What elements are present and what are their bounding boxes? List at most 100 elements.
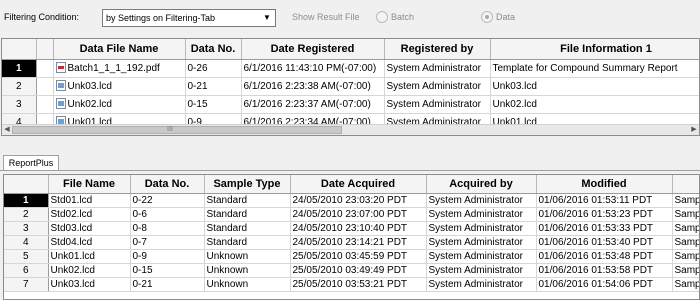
sample-type-cell[interactable]: Standard <box>204 235 291 250</box>
sample-type-cell[interactable]: Unknown <box>204 249 291 264</box>
date-acquired-cell[interactable]: 24/05/2010 23:10:40 PDT <box>290 221 427 236</box>
column-header[interactable] <box>672 175 699 194</box>
table-row[interactable]: 2 Std02.lcd 0-6 Standard 24/05/2010 23:07:00… <box>4 207 699 222</box>
table-row[interactable]: 3 Unk02.lcd 0-15 6/1/2016 2:23:37 AM(-07:00… <box>2 95 699 114</box>
dropdown-arrow-icon[interactable]: ▼ <box>261 11 273 25</box>
data-file-name-cell[interactable]: Unk03.lcd <box>53 77 186 96</box>
table-row[interactable]: 3 Std03.lcd 0-8 Standard 24/05/2010 23:10:40… <box>4 221 699 236</box>
acquired-by-cell[interactable]: System Administrator <box>426 263 537 278</box>
row-number[interactable]: 5 <box>4 249 49 264</box>
truncated-cell[interactable]: Samp <box>672 193 699 208</box>
data-no-cell[interactable]: 0-22 <box>130 193 205 208</box>
truncated-cell[interactable]: Samp <box>672 249 699 264</box>
registered-by-cell[interactable]: System Administrator <box>384 77 491 96</box>
date-acquired-cell[interactable]: 25/05/2010 03:53:21 PDT <box>290 277 427 292</box>
sample-type-cell[interactable]: Unknown <box>204 277 291 292</box>
acquired-by-cell[interactable]: System Administrator <box>426 207 537 222</box>
panel-splitter[interactable] <box>0 137 700 147</box>
sample-type-cell[interactable]: Unknown <box>204 263 291 278</box>
row-number[interactable]: 3 <box>2 95 37 114</box>
row-number[interactable]: 2 <box>4 207 49 222</box>
date-registered-cell[interactable]: 6/1/2016 11:43:10 PM(-07:00) <box>241 59 385 78</box>
modified-cell[interactable]: 01/06/2016 01:53:33 PDT <box>536 221 673 236</box>
date-acquired-cell[interactable]: 25/05/2010 03:49:49 PDT <box>290 263 427 278</box>
data-no-cell[interactable]: 0-6 <box>130 207 205 222</box>
date-acquired-cell[interactable]: 24/05/2010 23:03:20 PDT <box>290 193 427 208</box>
modified-cell[interactable]: 01/06/2016 01:53:58 PDT <box>536 263 673 278</box>
scroll-left-icon[interactable]: ◀ <box>2 125 12 135</box>
row-number[interactable]: 6 <box>4 263 49 278</box>
data-no-cell[interactable]: 0-15 <box>130 263 205 278</box>
acquired-by-cell[interactable]: System Administrator <box>426 235 537 250</box>
acquired-by-cell[interactable]: System Administrator <box>426 221 537 236</box>
data-no-cell[interactable]: 0-21 <box>185 77 242 96</box>
file-name-cell[interactable]: Std01.lcd <box>48 193 131 208</box>
file-information-cell[interactable]: Unk02.lcd <box>490 95 699 114</box>
registered-by-cell[interactable]: System Administrator <box>384 59 491 78</box>
file-name-cell[interactable]: Unk03.lcd <box>48 277 131 292</box>
filtering-condition-dropdown[interactable]: by Settings on Filtering-Tab ▼ <box>102 9 276 27</box>
column-header[interactable]: Date Acquired <box>290 175 427 194</box>
acquired-by-cell[interactable]: System Administrator <box>426 249 537 264</box>
registered-by-cell[interactable]: System Administrator <box>384 95 491 114</box>
date-acquired-cell[interactable]: 24/05/2010 23:07:00 PDT <box>290 207 427 222</box>
modified-cell[interactable]: 01/06/2016 01:53:48 PDT <box>536 249 673 264</box>
tab-reportplus[interactable]: ReportPlus <box>3 155 59 171</box>
modified-cell[interactable]: 01/06/2016 01:53:23 PDT <box>536 207 673 222</box>
row-number[interactable]: 1 <box>2 59 37 78</box>
data-radio[interactable] <box>481 11 493 23</box>
truncated-cell[interactable]: Samp <box>672 207 699 222</box>
column-header[interactable]: Sample Type <box>204 175 291 194</box>
table-row[interactable]: 2 Unk03.lcd 0-21 6/1/2016 2:23:38 AM(-07:00… <box>2 77 699 96</box>
data-no-cell[interactable]: 0-21 <box>130 277 205 292</box>
column-header[interactable]: Registered by <box>384 39 491 60</box>
column-header[interactable]: Data No. <box>185 39 242 60</box>
data-file-name-cell[interactable]: Unk02.lcd <box>53 95 186 114</box>
scroll-right-icon[interactable]: ▶ <box>689 125 699 135</box>
modified-cell[interactable]: 01/06/2016 01:53:11 PDT <box>536 193 673 208</box>
data-no-cell[interactable]: 0-9 <box>130 249 205 264</box>
batch-radio[interactable] <box>376 11 388 23</box>
data-no-cell[interactable]: 0-15 <box>185 95 242 114</box>
row-number[interactable]: 4 <box>4 235 49 250</box>
column-header[interactable]: Data No. <box>130 175 205 194</box>
table-row[interactable]: 4 Std04.lcd 0-7 Standard 24/05/2010 23:14:21… <box>4 235 699 250</box>
file-name-cell[interactable]: Std03.lcd <box>48 221 131 236</box>
modified-cell[interactable]: 01/06/2016 01:54:06 PDT <box>536 277 673 292</box>
table-row[interactable]: 6 Unk02.lcd 0-15 Unknown 25/05/2010 03:49:49… <box>4 263 699 278</box>
data-no-cell[interactable]: 0-8 <box>130 221 205 236</box>
file-type-column-header[interactable] <box>36 39 54 60</box>
date-registered-cell[interactable]: 6/1/2016 2:23:37 AM(-07:00) <box>241 95 385 114</box>
modified-cell[interactable]: 01/06/2016 01:53:40 PDT <box>536 235 673 250</box>
file-name-cell[interactable]: Std02.lcd <box>48 207 131 222</box>
sample-type-cell[interactable]: Standard <box>204 207 291 222</box>
acquired-by-cell[interactable]: System Administrator <box>426 277 537 292</box>
file-name-cell[interactable]: Std04.lcd <box>48 235 131 250</box>
acquired-by-cell[interactable]: System Administrator <box>426 193 537 208</box>
column-header[interactable]: Date Registered <box>241 39 385 60</box>
row-number[interactable]: 7 <box>4 277 49 292</box>
date-acquired-cell[interactable]: 24/05/2010 23:14:21 PDT <box>290 235 427 250</box>
row-number[interactable]: 2 <box>2 77 37 96</box>
column-header[interactable]: Data File Name <box>53 39 186 60</box>
file-name-cell[interactable]: Unk01.lcd <box>48 249 131 264</box>
truncated-cell[interactable]: Samp <box>672 263 699 278</box>
column-header[interactable]: File Name <box>48 175 131 194</box>
column-header[interactable]: Modified <box>536 175 673 194</box>
data-no-cell[interactable]: 0-7 <box>130 235 205 250</box>
sample-type-cell[interactable]: Standard <box>204 221 291 236</box>
horizontal-scrollbar[interactable]: ◀ III ▶ <box>2 124 699 135</box>
truncated-cell[interactable]: Samp <box>672 235 699 250</box>
data-no-cell[interactable]: 0-26 <box>185 59 242 78</box>
table-row[interactable]: 1 Std01.lcd 0-22 Standard 24/05/2010 23:03:2… <box>4 193 699 208</box>
file-information-cell[interactable]: Template for Compound Summary Report <box>490 59 699 78</box>
table-row[interactable]: 1 Batch1_1_1_192.pdf 0-26 6/1/2016 11:43:10… <box>2 59 699 78</box>
data-file-name-cell[interactable]: Batch1_1_1_192.pdf <box>53 59 186 78</box>
file-name-cell[interactable]: Unk02.lcd <box>48 263 131 278</box>
table-row[interactable]: 7 Unk03.lcd 0-21 Unknown 25/05/2010 03:53:21… <box>4 277 699 292</box>
truncated-cell[interactable]: Samp <box>672 221 699 236</box>
scrollbar-thumb[interactable] <box>12 126 342 134</box>
file-information-cell[interactable]: Unk03.lcd <box>490 77 699 96</box>
date-registered-cell[interactable]: 6/1/2016 2:23:38 AM(-07:00) <box>241 77 385 96</box>
sample-type-cell[interactable]: Standard <box>204 193 291 208</box>
